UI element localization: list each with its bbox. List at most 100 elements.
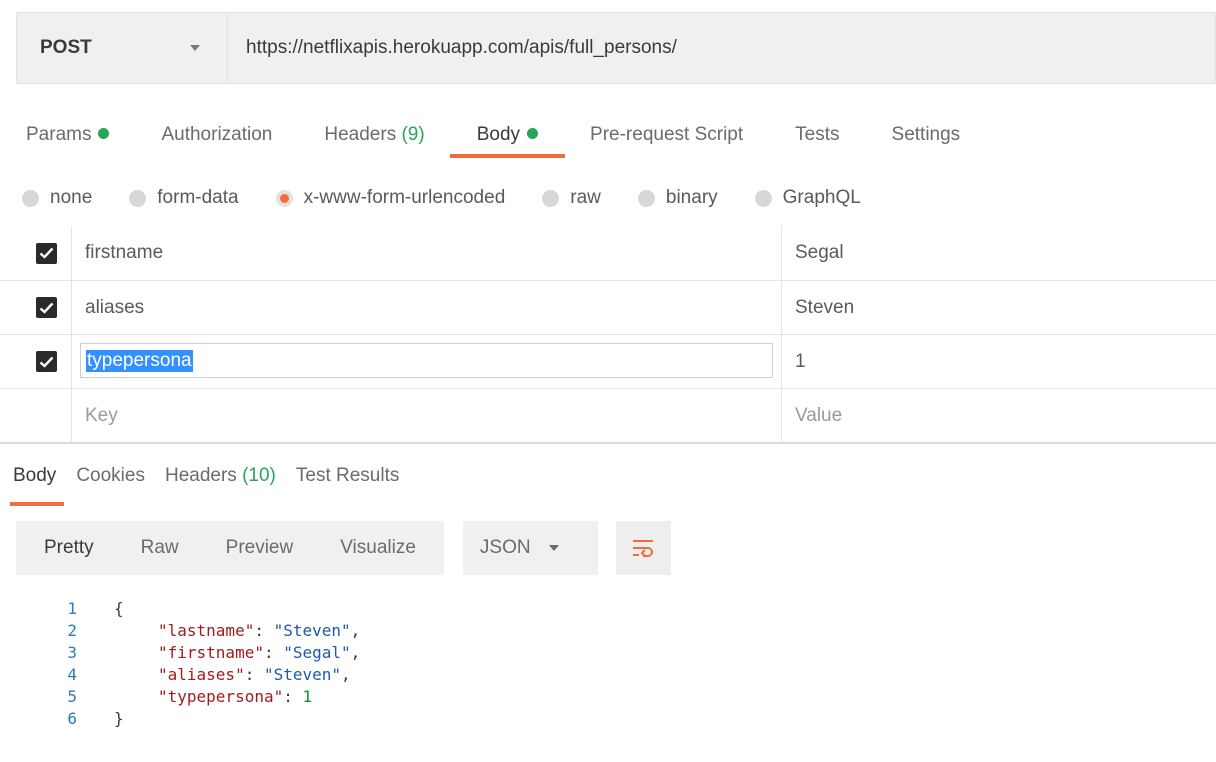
key-cell[interactable]: aliases [72, 281, 782, 334]
response-code-view[interactable]: 1 { 2 "lastname": "Steven", 3 "firstname… [0, 597, 1216, 729]
tab-settings[interactable]: Settings [892, 118, 961, 158]
tab-response-cookies[interactable]: Cookies [76, 460, 145, 502]
line-number: 2 [67, 620, 77, 640]
body-type-form-data[interactable]: form-data [129, 187, 239, 209]
body-type-binary[interactable]: binary [637, 187, 718, 209]
json-entry: "lastname": "Steven", [158, 620, 361, 640]
code-line: 3 "firstname": "Segal", [0, 641, 1216, 663]
method-select[interactable]: POST [16, 12, 227, 84]
tab-label: Authorization [161, 124, 273, 145]
code-line: 1 { [0, 597, 1216, 619]
value-text: Segal [795, 242, 844, 263]
url-input[interactable]: https://netflixapis.herokuapp.com/apis/f… [227, 12, 1216, 84]
radio-button[interactable] [542, 189, 560, 207]
tab-label: Settings [891, 124, 961, 145]
body-type-radio-group: none form-data x-www-form-urlencoded raw… [22, 183, 898, 213]
json-entry: "firstname": "Segal", [158, 642, 361, 662]
tab-response-body[interactable]: Body [9, 460, 65, 506]
new-key-input[interactable]: Key [72, 389, 782, 442]
value-text: 1 [795, 350, 806, 372]
row-checkbox-cell [0, 389, 72, 442]
radio-label: none [50, 187, 93, 208]
json-entry: "typepersona": 1 [158, 686, 313, 706]
tab-body[interactable]: Body [449, 118, 566, 158]
view-mode-preview[interactable]: Preview [226, 537, 294, 559]
value-cell[interactable]: Steven [782, 281, 1216, 334]
tab-authorization[interactable]: Authorization [161, 118, 272, 158]
method-label: POST [40, 37, 92, 58]
view-mode-visualize[interactable]: Visualize [340, 537, 416, 559]
format-label: JSON [479, 537, 531, 558]
row-checkbox-cell [0, 335, 72, 388]
key-edit-input[interactable]: typepersona [80, 343, 773, 378]
radio-button-checked[interactable] [275, 189, 293, 207]
tab-headers[interactable]: Headers (9) [324, 118, 424, 158]
body-type-raw[interactable]: raw [542, 187, 601, 209]
view-mode-pretty[interactable]: Pretty [44, 537, 94, 559]
checkmark-icon [39, 247, 54, 259]
row-checkbox-cell [0, 226, 72, 280]
table-row-new: Key Value [0, 388, 1216, 442]
request-tabs: Params Authorization Headers (9) Body Pr… [26, 118, 1012, 162]
radio-button[interactable] [637, 189, 655, 207]
tab-label: Tests [795, 124, 840, 145]
tab-label: Cookies [76, 465, 145, 486]
tab-label: Headers [324, 124, 397, 145]
params-indicator-dot [98, 128, 110, 139]
new-value-input[interactable]: Value [782, 389, 1216, 442]
body-type-none[interactable]: none [22, 187, 92, 209]
tab-label: Params [26, 124, 92, 145]
code-line: 6 } [0, 707, 1216, 729]
value-placeholder: Value [795, 404, 843, 426]
key-cell[interactable]: firstname [72, 226, 782, 280]
json-value: 1 [302, 686, 313, 706]
code-line: 5 "typepersona": 1 [0, 685, 1216, 707]
tab-label: Pre-request Script [590, 124, 744, 145]
key-text: aliases [85, 296, 145, 318]
row-checkbox[interactable] [36, 297, 57, 318]
view-mode-raw[interactable]: Raw [141, 537, 179, 559]
tab-label: Body [476, 124, 521, 145]
tab-test-results[interactable]: Test Results [296, 460, 399, 502]
headers-count: (9) [401, 124, 425, 145]
radio-button[interactable] [22, 189, 39, 207]
line-number: 1 [67, 598, 77, 618]
radio-button[interactable] [129, 189, 147, 207]
json-close-brace: } [114, 708, 124, 728]
radio-label: binary [665, 187, 718, 208]
json-comma: , [350, 620, 361, 640]
radio-button[interactable] [754, 189, 772, 207]
value-text: Steven [795, 296, 855, 318]
key-placeholder: Key [85, 404, 118, 426]
json-entry: "aliases": "Steven", [158, 664, 351, 684]
row-checkbox[interactable] [36, 351, 57, 372]
json-open-brace: { [114, 598, 124, 618]
body-type-graphql[interactable]: GraphQL [754, 187, 861, 209]
line-number: 4 [67, 664, 77, 684]
tab-label: Test Results [295, 465, 400, 486]
table-row: aliases Steven [0, 280, 1216, 334]
row-checkbox[interactable] [36, 242, 57, 264]
chevron-down-icon [548, 545, 559, 551]
tab-response-headers[interactable]: Headers (10) [165, 460, 276, 502]
value-cell[interactable]: Segal [782, 226, 1216, 280]
json-comma: , [341, 664, 351, 684]
response-headers-count: (10) [242, 465, 276, 486]
key-text: firstname [85, 242, 164, 263]
json-value: "Steven" [273, 620, 351, 640]
tab-params[interactable]: Params [26, 118, 110, 158]
json-value: "Steven" [263, 664, 342, 684]
format-select[interactable]: JSON [462, 521, 598, 575]
key-cell[interactable]: typepersona [72, 335, 782, 388]
body-type-x-www-form-urlencoded[interactable]: x-www-form-urlencoded [275, 187, 505, 209]
json-key: "typepersona" [158, 686, 284, 706]
tab-tests[interactable]: Tests [795, 118, 839, 158]
wrap-lines-button[interactable] [615, 521, 671, 575]
json-value: "Segal" [283, 642, 351, 662]
request-url-bar: POST https://netflixapis.herokuapp.com/a… [16, 12, 1216, 84]
response-toolbar: Pretty Raw Preview Visualize JSON [16, 521, 671, 575]
tab-label: Body [13, 465, 57, 486]
value-cell[interactable]: 1 [782, 335, 1216, 388]
code-line: 4 "aliases": "Steven", [0, 663, 1216, 685]
tab-pre-request-script[interactable]: Pre-request Script [590, 118, 743, 158]
